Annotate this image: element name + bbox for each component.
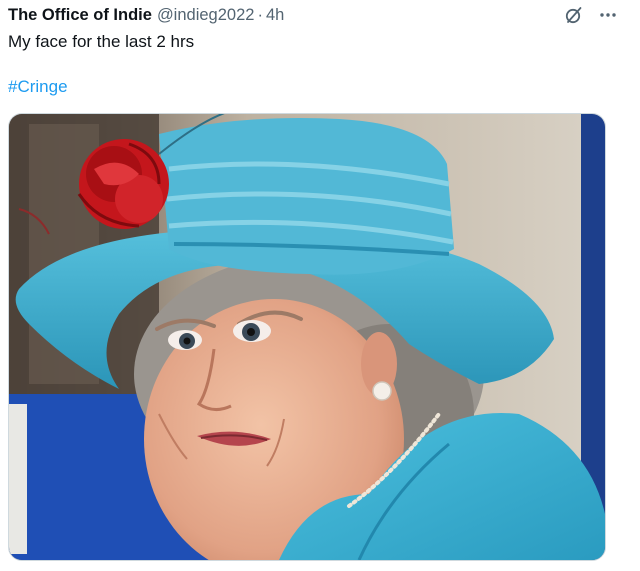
hashtag-link[interactable]: #Cringe — [8, 76, 68, 98]
pearl-earring — [372, 381, 392, 401]
separator-dot: · — [257, 5, 263, 24]
tweet-photo[interactable] — [8, 113, 606, 561]
photo-illustration — [9, 114, 605, 560]
tweet-timestamp[interactable]: 4h — [266, 6, 284, 25]
tweet-text: My face for the last 2 hrs — [8, 32, 195, 51]
author-handle[interactable]: @indieg2022 — [157, 6, 255, 25]
author-name[interactable]: The Office of Indie — [8, 6, 152, 25]
tweet-actions — [562, 4, 620, 26]
tweet-card: The Office of Indie @indieg2022 · 4h My … — [0, 0, 640, 571]
red-rose-decoration — [77, 139, 169, 229]
more-horizontal-icon[interactable] — [596, 4, 620, 26]
tweet-header: The Office of Indie @indieg2022 · 4h — [8, 4, 284, 26]
grok-slash-circle-icon[interactable] — [562, 4, 586, 26]
